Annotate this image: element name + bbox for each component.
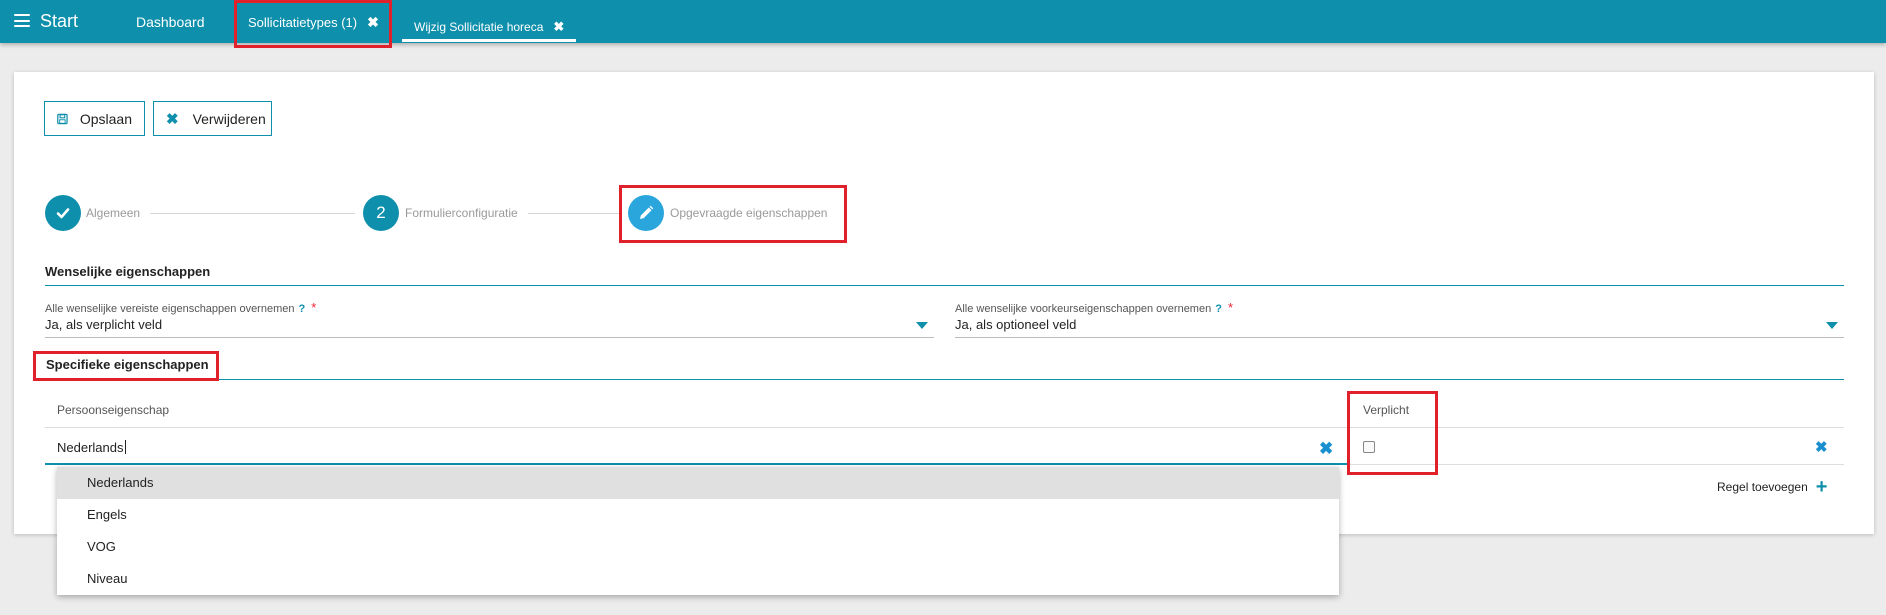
section-divider [45, 285, 1844, 286]
close-tab-icon[interactable]: ✖ [553, 19, 564, 34]
column-header-persoonseigenschap: Persoonseigenschap [57, 403, 170, 417]
help-icon[interactable]: ? [298, 303, 305, 315]
field-label-text: Alle wenselijke voorkeurseigenschappen o… [955, 303, 1212, 315]
field-underline [955, 337, 1844, 338]
top-navbar: Start Dashboard Sollicitatietypes (1) ✖ W… [0, 0, 1886, 43]
clear-input-icon[interactable]: ✖ [1319, 440, 1333, 457]
tab-label: Sollicitatietypes (1) [248, 15, 358, 30]
property-input-value: Nederlands [57, 440, 124, 455]
property-input[interactable]: Nederlands [57, 440, 126, 455]
field-label-text: Alle wenselijke vereiste eigenschappen o… [45, 303, 295, 315]
step-label-formulierconfiguratie[interactable]: Formulierconfiguratie [405, 206, 518, 220]
field-underline [45, 337, 934, 338]
preference-properties-label: Alle wenselijke voorkeurseigenschappen o… [955, 300, 1233, 315]
hamburger-menu-icon[interactable] [14, 14, 30, 27]
dropdown-caret-icon[interactable] [1826, 322, 1838, 329]
save-button[interactable]: Opslaan [44, 101, 145, 136]
step-connector [528, 213, 620, 214]
step-opgevraagde-pencil-icon[interactable] [628, 195, 664, 231]
dropdown-option[interactable]: VOG [57, 531, 1339, 563]
step-label-opgevraagde[interactable]: Opgevraagde eigenschappen [670, 206, 827, 220]
required-marker: * [311, 300, 317, 315]
text-cursor [124, 440, 126, 454]
table-row-divider [1349, 464, 1844, 465]
help-icon[interactable]: ? [1215, 303, 1222, 315]
active-tab-indicator [402, 39, 576, 42]
dropdown-option[interactable]: Engels [57, 499, 1339, 531]
step-algemeen-check-icon[interactable] [45, 195, 81, 231]
autocomplete-dropdown: Nederlands Engels VOG Niveau [57, 467, 1339, 595]
delete-button[interactable]: ✖ Verwijderen [153, 101, 272, 136]
dropdown-option[interactable]: Niveau [57, 563, 1339, 595]
input-focus-underline [45, 463, 1349, 465]
dropdown-caret-icon[interactable] [916, 322, 928, 329]
dropdown-option[interactable]: Nederlands [57, 467, 1339, 499]
tab-wijzig-sollicitatie[interactable]: Wijzig Sollicitatie horeca ✖ [414, 19, 564, 35]
section-title-specifieke: Specifieke eigenschappen [46, 357, 209, 372]
floppy-disk-icon [57, 113, 68, 124]
required-marker: * [1227, 300, 1234, 315]
nav-dashboard[interactable]: Dashboard [136, 14, 205, 30]
section-title-wenselijke: Wenselijke eigenschappen [45, 264, 211, 279]
section-divider [45, 379, 1844, 380]
table-header-divider [45, 427, 1844, 428]
step-formulierconfiguratie-number[interactable]: 2 [363, 195, 399, 231]
tab-sollicitatietypes[interactable]: Sollicitatietypes (1) ✖ [248, 14, 379, 31]
delete-label: Verwijderen [192, 110, 266, 127]
column-header-verplicht: Verplicht [1363, 403, 1410, 417]
save-label: Opslaan [79, 110, 132, 127]
required-properties-select[interactable]: Ja, als verplicht veld [45, 317, 162, 332]
step-number: 2 [376, 203, 386, 222]
preference-properties-select[interactable]: Ja, als optioneel veld [955, 317, 1076, 332]
add-row-label: Regel toevoegen [1717, 480, 1808, 494]
close-tab-icon[interactable]: ✖ [367, 14, 379, 30]
tab-label: Wijzig Sollicitatie horeca [414, 20, 544, 34]
plus-icon: + [1815, 476, 1828, 498]
required-checkbox[interactable] [1363, 441, 1375, 453]
step-label-algemeen[interactable]: Algemeen [86, 206, 140, 220]
add-row-button[interactable]: Regel toevoegen + [1717, 477, 1827, 497]
step-connector [150, 213, 355, 214]
remove-row-icon[interactable]: ✖ [1815, 440, 1828, 455]
required-properties-label: Alle wenselijke vereiste eigenschappen o… [45, 300, 316, 315]
close-icon: ✖ [166, 110, 179, 128]
brand-start[interactable]: Start [40, 11, 78, 32]
